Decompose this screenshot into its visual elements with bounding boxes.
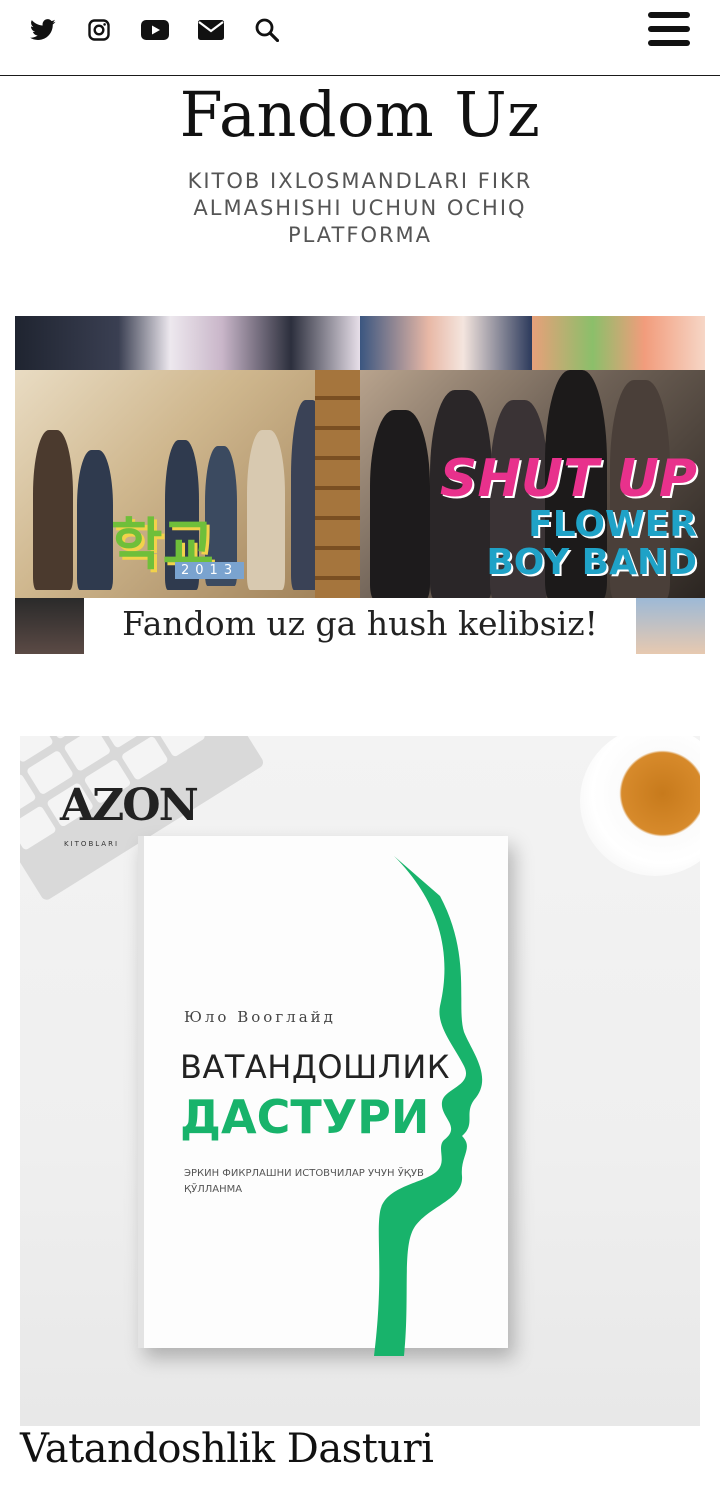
post-title[interactable]: Vatandoshlik Dasturi [20,1426,434,1472]
welcome-thumbnail-left [15,598,84,654]
top-bar [0,0,720,76]
site-tagline: KITOB IXLOSMANDLARI FIKR ALMASHISHI UCHU… [187,169,533,247]
school-2013-poster: 학교 2013 [15,370,360,598]
publisher-logo: AZON [60,780,199,831]
book-cover: Юло Вооглайд ВАТАНДОШЛИК ДАСТУРИ ЭРКИН Ф… [138,836,508,1356]
welcome-message: Fandom uz ga hush kelibsiz! [122,604,598,643]
shut-up-flower-boy-band-poster: SHUT UP FLOWER BOY BAND [360,370,705,598]
site-title[interactable]: Fandom Uz [0,78,720,151]
youtube-icon[interactable] [140,14,170,46]
book-subtitle: ЭРКИН ФИКРЛАШНИ ИСТОВЧИЛАР УЧУН ЎҚУВ ҚЎЛ… [184,1168,424,1195]
social-links [28,14,282,46]
hamburger-menu-icon[interactable] [648,12,690,48]
publisher-logo-sub: KITOBLARI [64,840,120,848]
envelope-icon[interactable] [196,14,226,46]
book-title-line2: ДАСТУРИ [180,1090,430,1144]
book-author: Юло Вооглайд [184,1008,336,1026]
shut-up-flower-boy-band-logo: SHUT UP FLOWER BOY BAND [439,449,697,583]
search-icon[interactable] [252,14,282,46]
welcome-thumbnail-right [636,598,705,654]
instagram-icon[interactable] [84,14,114,46]
post-featured-image[interactable]: AZON KITOBLARI Юло Вооглайд ВАТАНДОШЛИК … [20,736,700,1426]
school-2013-year: 2013 [175,562,245,579]
coffee-cup-decoration [580,736,700,876]
welcome-row: Fandom uz ga hush kelibsiz! [15,598,705,654]
hero-banner[interactable]: 학교 2013 SHUT UP FLOWER BOY BAND Fandom u… [15,316,705,654]
book-title-line1: ВАТАНДОШЛИК [180,1048,450,1086]
hero-photo-strip [15,316,705,370]
twitter-icon[interactable] [28,14,58,46]
